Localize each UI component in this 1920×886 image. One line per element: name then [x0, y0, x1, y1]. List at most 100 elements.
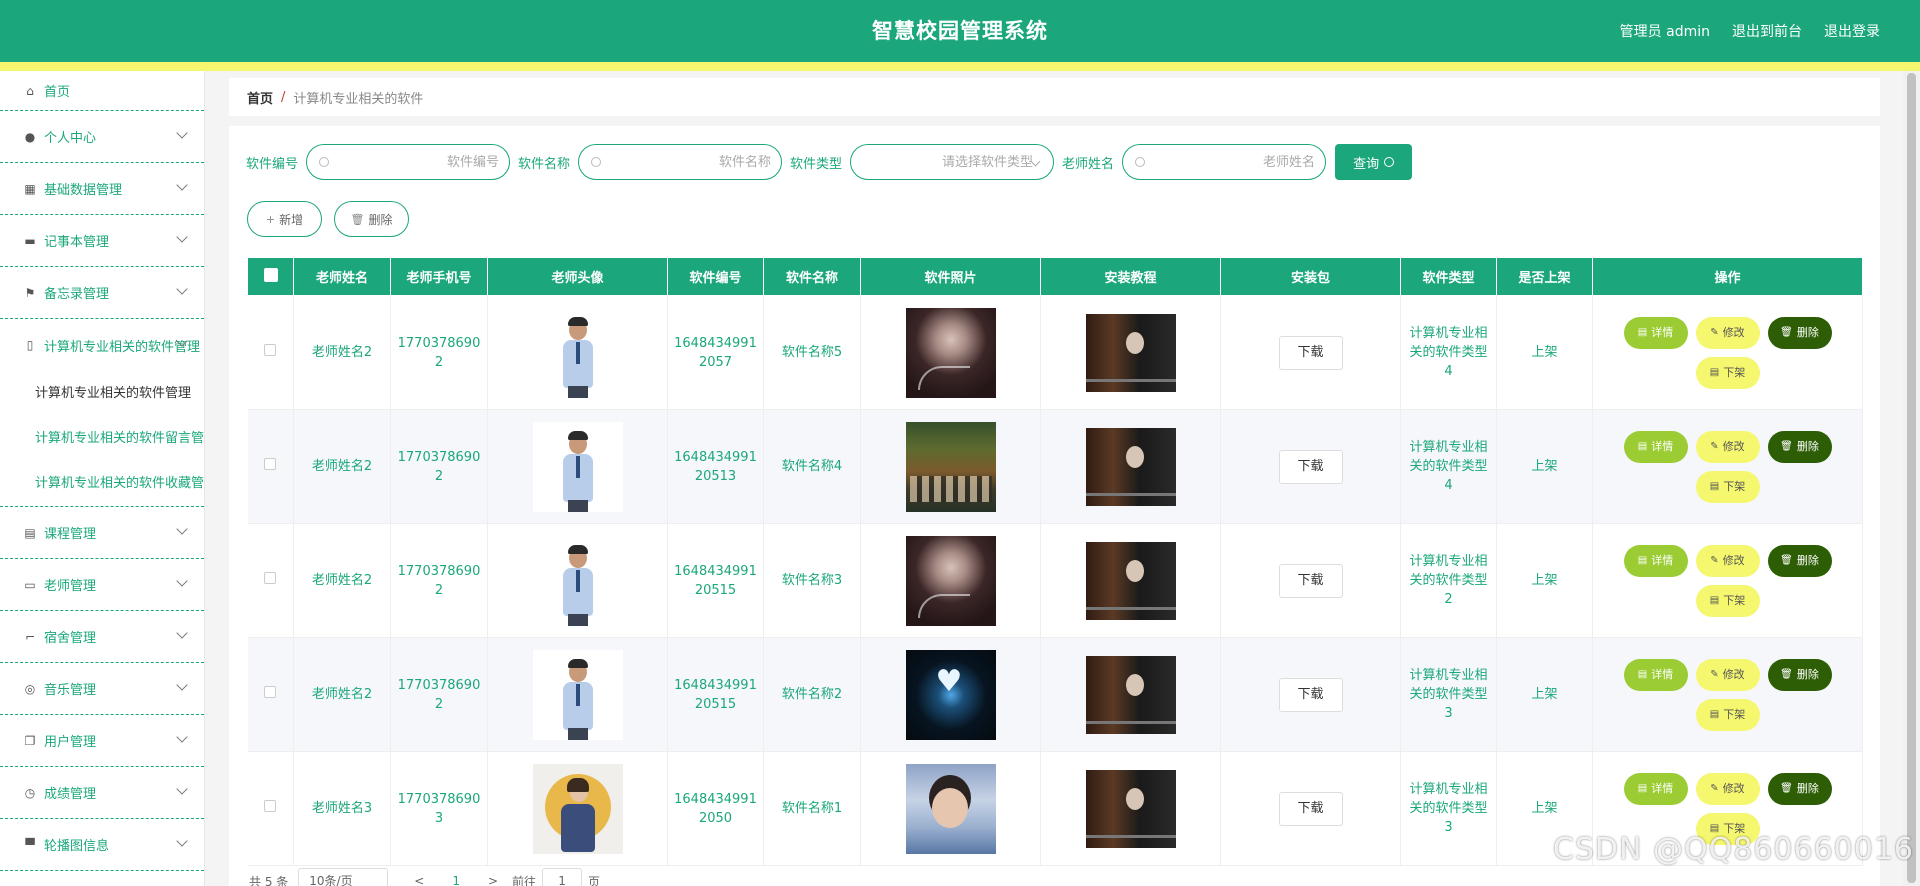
submenu-item-1[interactable]: 计算机专业相关的软件留言管理: [0, 416, 204, 461]
download-button[interactable]: 下载: [1278, 563, 1343, 598]
sidebar-item-1[interactable]: ● 个人中心: [0, 111, 204, 163]
install-tutorial-video[interactable]: [1085, 541, 1176, 620]
delete-button[interactable]: 🗑 删除: [1767, 544, 1832, 577]
download-button[interactable]: 下载: [1278, 791, 1343, 826]
scrollbar-thumb[interactable]: [1907, 73, 1916, 883]
row-checkbox[interactable]: [264, 458, 277, 470]
delete-button[interactable]: 🗑 删除: [1767, 658, 1832, 691]
goto-label: 前往: [512, 874, 537, 886]
take-down-button[interactable]: ▤ 下架: [1695, 356, 1760, 389]
delete-button[interactable]: 🗑 删除: [1767, 430, 1832, 463]
teacher-avatar-image[interactable]: [532, 763, 623, 854]
software-number-input[interactable]: [329, 154, 514, 170]
sidebar-item-label: 备忘录管理: [44, 287, 110, 302]
software-photo-image[interactable]: [905, 307, 996, 398]
goto-page-input[interactable]: 1: [542, 868, 583, 886]
sidebar-item-9[interactable]: ◎ 音乐管理: [0, 663, 204, 715]
detail-button[interactable]: ▤ 详情: [1623, 772, 1688, 805]
delete-button[interactable]: 🗑 删除: [1767, 772, 1832, 805]
detail-button[interactable]: ▤ 详情: [1623, 544, 1688, 577]
sidebar-item-11[interactable]: ◷ 成绩管理: [0, 767, 204, 819]
teacher-avatar-image[interactable]: [532, 649, 623, 740]
teacher-name-input[interactable]: [1145, 154, 1330, 170]
edit-button[interactable]: ✎ 修改: [1695, 658, 1760, 691]
software-photo-image[interactable]: [905, 649, 996, 740]
detail-button[interactable]: ▤ 详情: [1623, 430, 1688, 463]
edit-button[interactable]: ✎ 修改: [1695, 430, 1760, 463]
take-down-button[interactable]: ▤ 下架: [1695, 698, 1760, 731]
submenu-item-2[interactable]: 计算机专业相关的软件收藏管理: [0, 461, 204, 506]
download-button[interactable]: 下载: [1278, 677, 1343, 712]
software-photo-image[interactable]: [905, 421, 996, 512]
column-header: 软件类型: [1400, 257, 1497, 296]
sidebar-item-5[interactable]: ▯ 计算机专业相关的软件管理: [0, 319, 204, 371]
detail-button[interactable]: ▤ 详情: [1623, 316, 1688, 349]
column-header: 安装包: [1220, 257, 1401, 296]
download-button[interactable]: 下载: [1278, 449, 1343, 484]
install-tutorial-video[interactable]: [1085, 313, 1176, 392]
teacher-avatar-image[interactable]: [532, 421, 623, 512]
sidebar-item-7[interactable]: ▭ 老师管理: [0, 559, 204, 611]
software-photo-image[interactable]: [905, 535, 996, 626]
prev-page-button[interactable]: <: [414, 874, 424, 886]
teacher-phone-cell: 17703786902: [390, 409, 488, 524]
delete-button[interactable]: 🗑 删除: [1767, 316, 1832, 349]
logout-link[interactable]: 退出登录: [1824, 21, 1880, 41]
software-type-select[interactable]: [850, 144, 1055, 180]
take-down-button[interactable]: ▤ 下架: [1695, 470, 1760, 503]
detail-label: 详情: [1651, 668, 1674, 681]
software-number-cell: 16484349912050: [667, 751, 764, 866]
teacher-avatar-image[interactable]: [532, 535, 623, 626]
sidebar-item-4[interactable]: ⚑ 备忘录管理: [0, 267, 204, 319]
edit-button[interactable]: ✎ 修改: [1695, 316, 1760, 349]
row-checkbox[interactable]: [264, 800, 277, 812]
operations-cell: ▤ 详情 ✎ 修改 🗑 删除 ▤ 下架: [1592, 295, 1863, 410]
select-all-checkbox[interactable]: [263, 267, 278, 282]
take-down-button[interactable]: ▤ 下架: [1695, 584, 1760, 617]
teacher-avatar-image[interactable]: [532, 307, 623, 398]
page-number-1[interactable]: 1: [452, 874, 460, 886]
edit-button[interactable]: ✎ 修改: [1695, 544, 1760, 577]
sidebar-item-8[interactable]: ⌐ 宿舍管理: [0, 611, 204, 663]
submenu-item-0[interactable]: 计算机专业相关的软件管理: [0, 371, 204, 416]
admin-user-label[interactable]: 管理员 admin: [1620, 21, 1710, 41]
sidebar-item-2[interactable]: ▦ 基础数据管理: [0, 163, 204, 215]
row-checkbox[interactable]: [264, 344, 277, 356]
install-tutorial-video[interactable]: [1085, 769, 1176, 848]
detail-button[interactable]: ▤ 详情: [1623, 658, 1688, 691]
sidebar-item-6[interactable]: ▤ 课程管理: [0, 507, 204, 559]
exit-to-front-link[interactable]: 退出到前台: [1732, 21, 1802, 41]
mic-icon: ▯: [26, 338, 34, 352]
next-page-button[interactable]: >: [488, 874, 498, 886]
add-button[interactable]: + 新增: [247, 201, 322, 237]
software-type-cell: 计算机专业相关的软件类型3: [1400, 637, 1497, 752]
sidebar-item-12[interactable]: ▀ 轮播图信息: [0, 819, 204, 871]
main-content: 软件编号 软件名称 软件类型 老师姓名 查询 + 新增 �: [229, 126, 1880, 886]
sidebar-item-0[interactable]: ⌂ 首页: [0, 71, 204, 111]
take-down-label: 下架: [1723, 594, 1746, 607]
sidebar-item-3[interactable]: ▬ 记事本管理: [0, 215, 204, 267]
sidebar-item-10[interactable]: ❐ 用户管理: [0, 715, 204, 767]
install-tutorial-cell: [1040, 409, 1221, 524]
software-type-cell: 计算机专业相关的软件类型4: [1400, 295, 1497, 410]
row-checkbox[interactable]: [264, 572, 277, 584]
install-tutorial-video[interactable]: [1085, 655, 1176, 734]
sidebar-item-label: 计算机专业相关的软件管理: [44, 339, 201, 355]
download-button[interactable]: 下载: [1278, 335, 1343, 370]
take-down-label: 下架: [1723, 480, 1746, 493]
column-header: 老师姓名: [293, 257, 391, 296]
batch-delete-button[interactable]: 🗑 删除: [334, 201, 409, 237]
edit-button[interactable]: ✎ 修改: [1695, 772, 1760, 805]
page-scrollbar[interactable]: [1903, 71, 1920, 886]
query-button[interactable]: 查询: [1335, 144, 1413, 180]
row-checkbox[interactable]: [264, 686, 277, 698]
install-tutorial-video[interactable]: [1085, 427, 1176, 506]
trash-icon: 🗑: [1780, 669, 1793, 680]
delete-label: 删除: [1796, 554, 1819, 567]
software-type-input[interactable]: [863, 154, 1050, 170]
page-size-select[interactable]: 10条/页: [298, 868, 389, 886]
software-photo-image[interactable]: [905, 763, 996, 854]
breadcrumb-home[interactable]: 首页: [247, 88, 273, 107]
software-name-input[interactable]: [601, 154, 786, 170]
chevron-down-icon: [176, 627, 188, 639]
